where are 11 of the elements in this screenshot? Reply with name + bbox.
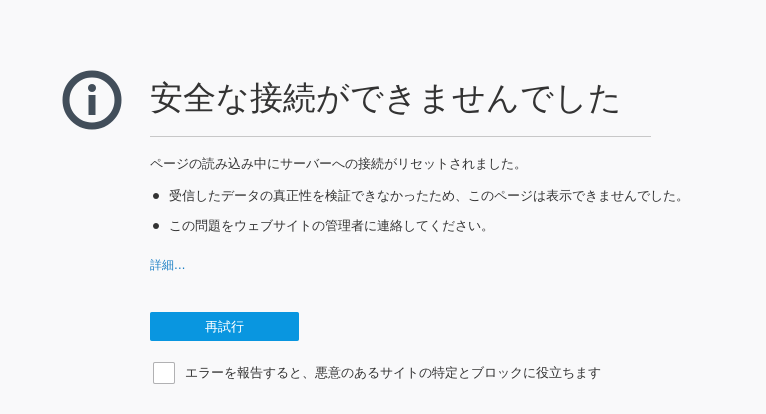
bullet-text: この問題をウェブサイトの管理者に連絡してください。	[169, 218, 494, 235]
page-title: 安全な接続ができませんでした	[150, 70, 651, 137]
checkbox-label: エラーを報告すると、悪意のあるサイトの特定とブロックに役立ちます	[185, 365, 601, 382]
error-message: ページの読み込み中にサーバーへの接続がリセットされました。	[150, 156, 528, 173]
info-icon	[62, 70, 122, 130]
retry-button[interactable]: 再試行	[150, 312, 299, 341]
details-link[interactable]: 詳細...	[150, 257, 186, 274]
bullet-icon	[153, 223, 159, 229]
bullet-icon	[153, 193, 159, 199]
report-checkbox[interactable]	[153, 362, 175, 384]
bullet-text: 受信したデータの真正性を検証できなかったため、このページは表示できませんでした。	[169, 188, 689, 205]
